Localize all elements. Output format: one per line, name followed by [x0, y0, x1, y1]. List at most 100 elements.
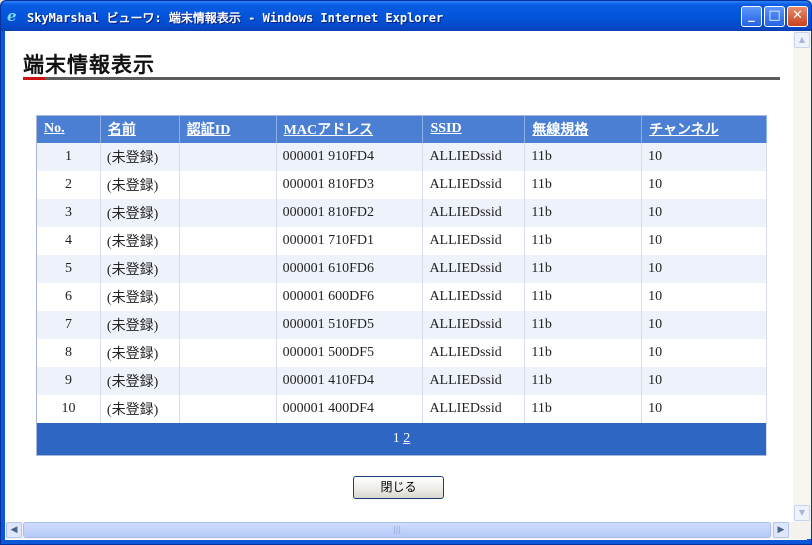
table-row: 4 (未登録) 000001 710FD1 ALLIEDssid 11b 10 — [36, 226, 767, 255]
cell-channel: 10 — [641, 198, 767, 227]
table-row: 8 (未登録) 000001 500DF5 ALLIEDssid 11b 10 — [36, 338, 767, 367]
cell-auth-id — [179, 282, 277, 311]
terminal-table: No. 名前 認証ID MACアドレス SSID 無線規格 チャンネル 1 (未登… — [36, 115, 767, 456]
table-row: 2 (未登録) 000001 810FD3 ALLIEDssid 11b 10 — [36, 170, 767, 199]
arrow-right-icon[interactable]: ▶ — [773, 522, 789, 538]
column-header-no[interactable]: No. — [36, 115, 101, 143]
cell-ssid: ALLIEDssid — [422, 226, 526, 255]
heading-accent — [23, 77, 45, 80]
cell-ssid: ALLIEDssid — [422, 338, 526, 367]
horizontal-scrollbar[interactable]: ◀ ||| ▶ — [5, 522, 811, 539]
cell-no: 10 — [36, 394, 101, 423]
cell-mac: 000001 810FD3 — [276, 170, 424, 199]
table-row: 7 (未登録) 000001 510FD5 ALLIEDssid 11b 10 — [36, 310, 767, 339]
sort-link-name[interactable]: 名前 — [108, 123, 136, 138]
cell-auth-id — [179, 310, 277, 339]
cell-channel: 10 — [641, 338, 767, 367]
cell-wireless-standard: 11b — [524, 366, 643, 395]
column-header-auth-id[interactable]: 認証ID — [179, 115, 277, 143]
cell-mac: 000001 910FD4 — [276, 142, 424, 171]
column-header-channel[interactable]: チャンネル — [641, 115, 767, 143]
table-row: 1 (未登録) 000001 910FD4 ALLIEDssid 11b 10 — [36, 142, 767, 171]
cell-wireless-standard: 11b — [524, 310, 643, 339]
cell-name: (未登録) — [100, 198, 180, 227]
current-page: 1 — [392, 430, 400, 446]
cell-no: 2 — [36, 170, 101, 199]
cell-auth-id — [179, 226, 277, 255]
cell-wireless-standard: 11b — [524, 282, 643, 311]
cell-mac: 000001 610FD6 — [276, 254, 424, 283]
cell-wireless-standard: 11b — [524, 254, 643, 283]
cell-wireless-standard: 11b — [524, 394, 643, 423]
cell-ssid: ALLIEDssid — [422, 366, 526, 395]
column-header-wireless-standard[interactable]: 無線規格 — [524, 115, 643, 143]
cell-ssid: ALLIEDssid — [422, 310, 526, 339]
column-header-mac[interactable]: MACアドレス — [276, 115, 424, 143]
cell-name: (未登録) — [100, 170, 180, 199]
page-link-2[interactable]: 2 — [403, 431, 410, 446]
cell-channel: 10 — [641, 282, 767, 311]
window-title: SkyMarshal ビューワ: 端末情報表示 - Windows Intern… — [27, 11, 444, 25]
cell-name: (未登録) — [100, 394, 180, 423]
cell-name: (未登録) — [100, 142, 180, 171]
table-row: 6 (未登録) 000001 600DF6 ALLIEDssid 11b 10 — [36, 282, 767, 311]
cell-wireless-standard: 11b — [524, 170, 643, 199]
table-body: 1 (未登録) 000001 910FD4 ALLIEDssid 11b 10 2 (未登録)… — [36, 142, 767, 423]
cell-wireless-standard: 11b — [524, 338, 643, 367]
sort-link-no[interactable]: No. — [44, 121, 65, 136]
cell-mac: 000001 410FD4 — [276, 366, 424, 395]
table-row: 5 (未登録) 000001 610FD6 ALLIEDssid 11b 10 — [36, 254, 767, 283]
cell-mac: 000001 600DF6 — [276, 282, 424, 311]
cell-ssid: ALLIEDssid — [422, 254, 526, 283]
cell-mac: 000001 810FD2 — [276, 198, 424, 227]
table-row: 3 (未登録) 000001 810FD2 ALLIEDssid 11b 10 — [36, 198, 767, 227]
pager: 1 2 — [36, 422, 767, 456]
cell-ssid: ALLIEDssid — [422, 394, 526, 423]
cell-mac: 000001 500DF5 — [276, 338, 424, 367]
arrow-left-icon[interactable]: ◀ — [6, 522, 22, 538]
close-window-button[interactable]: ✕ — [787, 6, 808, 27]
cell-no: 4 — [36, 226, 101, 255]
minimize-button[interactable]: _ — [741, 6, 762, 27]
cell-no: 7 — [36, 310, 101, 339]
column-header-name[interactable]: 名前 — [100, 115, 180, 143]
table-row: 10 (未登録) 000001 400DF4 ALLIEDssid 11b 10 — [36, 394, 767, 423]
cell-no: 9 — [36, 366, 101, 395]
page-content: 端末情報表示 No. 名前 認証ID MACアドレス SSID 無線規格 チャン… — [5, 31, 811, 540]
cell-channel: 10 — [641, 394, 767, 423]
cell-channel: 10 — [641, 366, 767, 395]
vertical-scrollbar[interactable]: ▲ ▼ — [793, 31, 811, 522]
table-row: 9 (未登録) 000001 410FD4 ALLIEDssid 11b 10 — [36, 366, 767, 395]
cell-auth-id — [179, 142, 277, 171]
cell-name: (未登録) — [100, 366, 180, 395]
cell-channel: 10 — [641, 170, 767, 199]
cell-mac: 000001 400DF4 — [276, 394, 424, 423]
scrollbar-thumb[interactable]: ||| — [23, 522, 771, 538]
maximize-button[interactable]: □ — [764, 6, 785, 27]
ie-logo-icon: e — [7, 7, 17, 25]
cell-channel: 10 — [641, 142, 767, 171]
heading-divider — [23, 77, 780, 80]
cell-ssid: ALLIEDssid — [422, 170, 526, 199]
cell-auth-id — [179, 254, 277, 283]
arrow-up-icon[interactable]: ▲ — [794, 32, 810, 48]
cell-auth-id — [179, 394, 277, 423]
table-header-row: No. 名前 認証ID MACアドレス SSID 無線規格 チャンネル — [36, 115, 767, 143]
cell-auth-id — [179, 366, 277, 395]
cell-name: (未登録) — [100, 310, 180, 339]
sort-link-ssid[interactable]: SSID — [430, 121, 461, 136]
arrow-down-icon[interactable]: ▼ — [794, 505, 810, 521]
cell-no: 3 — [36, 198, 101, 227]
sort-link-auth-id[interactable]: 認証ID — [187, 123, 231, 138]
cell-name: (未登録) — [100, 338, 180, 367]
cell-wireless-standard: 11b — [524, 142, 643, 171]
cell-name: (未登録) — [100, 282, 180, 311]
sort-link-mac[interactable]: MACアドレス — [284, 123, 373, 138]
cell-no: 1 — [36, 142, 101, 171]
column-header-ssid[interactable]: SSID — [422, 115, 526, 143]
sort-link-channel[interactable]: チャンネル — [649, 123, 719, 138]
close-button[interactable]: 閉じる — [353, 476, 444, 499]
title-bar[interactable]: e SkyMarshal ビューワ: 端末情報表示 - Windows Inte… — [1, 1, 811, 31]
sort-link-wireless-standard[interactable]: 無線規格 — [532, 123, 588, 138]
cell-ssid: ALLIEDssid — [422, 142, 526, 171]
